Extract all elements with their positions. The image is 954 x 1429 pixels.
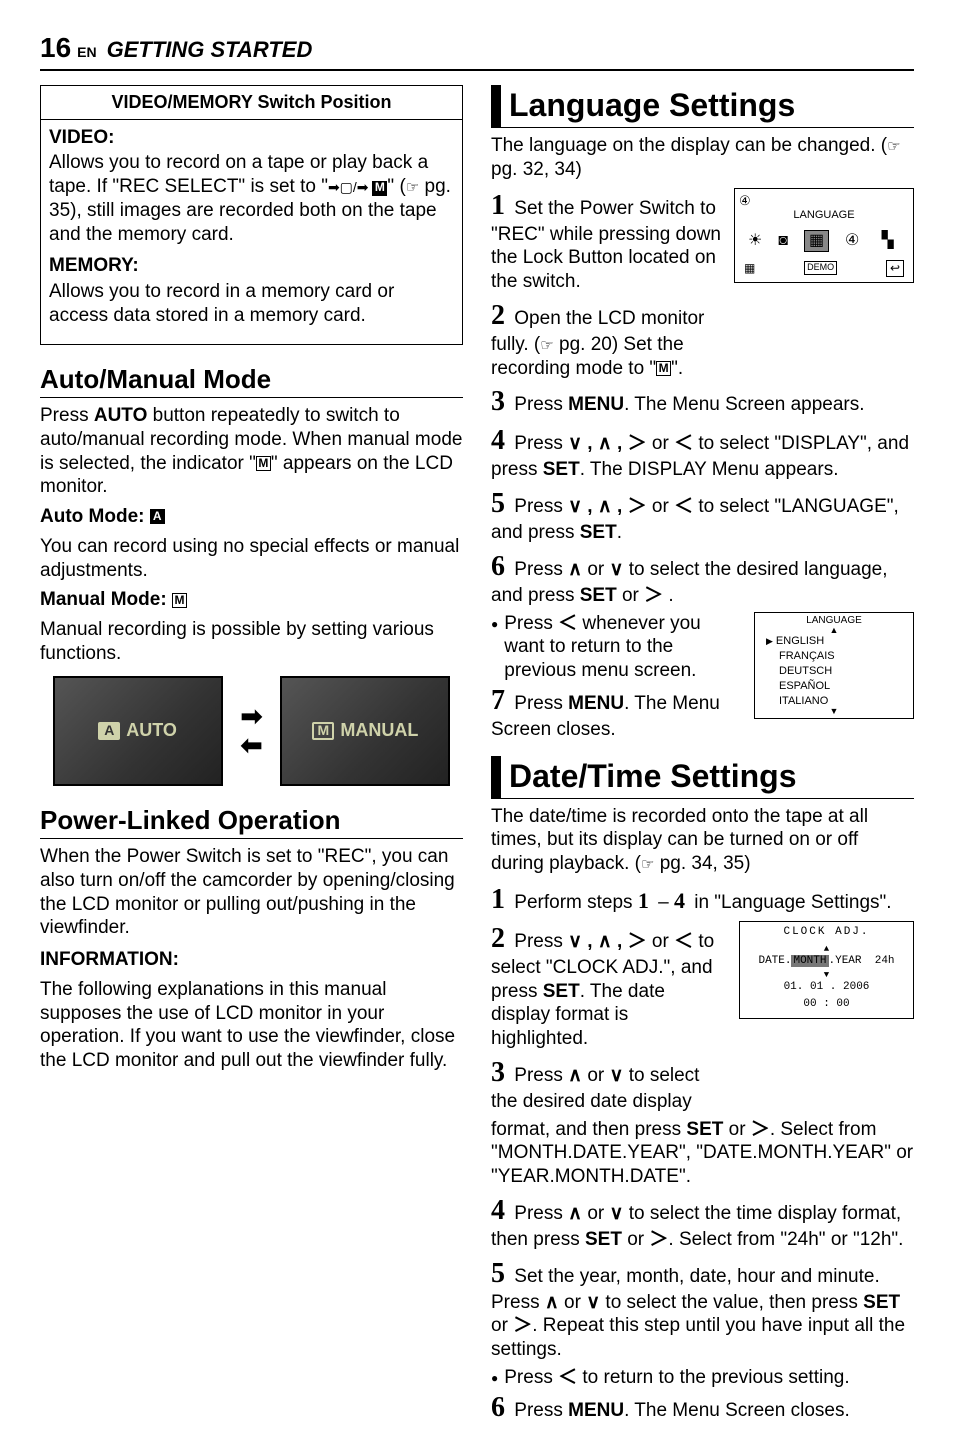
hand-icon: ☞ [540, 337, 553, 354]
display-menu-screen: ④ LANGUAGE ☀◙▦④▝▖ ▦ DEMO ↩ [734, 188, 914, 283]
step-3: 3 Press MENU. The Menu Screen appears. [491, 384, 914, 419]
step-7: 7 Press MENU. The Menu Screen closes. [491, 683, 744, 742]
lang-deutsch: DEUTSCH [755, 664, 913, 679]
information-heading: INFORMATION: [40, 948, 463, 972]
auto-mode-text: You can record using no special effects … [40, 535, 463, 583]
step-2: 2 Open the LCD monitor fully. (☞ pg. 20)… [491, 298, 724, 381]
video-text: Allows you to record on a tape or play b… [49, 151, 454, 246]
menu1-title: LANGUAGE [739, 209, 909, 223]
date-step-4: 4 Press ∧ or ∨ to select the time displa… [491, 1193, 914, 1252]
lcd-illustration: AAUTO ➡⬅ MMANUAL [40, 676, 463, 786]
date-step-5-note: Press ＜ to return to the previous settin… [491, 1366, 914, 1390]
auto-mode-heading: Auto Mode: A [40, 505, 463, 529]
demo-label: DEMO [804, 261, 837, 274]
date-step-5: 5 Set the year, month, date, hour and mi… [491, 1256, 914, 1362]
switch-position-box: VIDEO: Allows you to record on a tape or… [40, 119, 463, 345]
hand-icon: ☞ [887, 138, 900, 155]
menu1-icon-row: ☀◙▦④▝▖ [739, 227, 909, 255]
step-5: 5 Press ∨ , ∧ , ＞ or ＜ to select "LANGUA… [491, 486, 914, 545]
memory-text: Allows you to record in a memory card or… [49, 280, 454, 328]
clock-adj-screen: CLOCK ADJ. ▲ DATE.MONTH.YEAR 24h ▼ 01. 0… [739, 921, 914, 1020]
right-column: Language Settings The language on the di… [491, 85, 914, 1429]
hand-icon: ☞ [406, 179, 419, 196]
lcd-auto: AAUTO [53, 676, 223, 786]
step-6-note: Press ＜ whenever you want to return to t… [491, 612, 744, 683]
page-number: 16 [40, 30, 71, 65]
lang-francais: FRANÇAIS [755, 649, 913, 664]
lang-espanol: ESPAÑOL [755, 679, 913, 694]
down-arrow-icon: ▼ [740, 972, 913, 978]
hand-icon: ☞ [641, 856, 654, 873]
language-menu-screen: LANGUAGE ▲ ENGLISH FRANÇAIS DEUTSCH ESPA… [754, 612, 914, 719]
language-settings-heading: Language Settings [491, 85, 914, 128]
lang-english: ENGLISH [755, 634, 913, 649]
page-header: 16 EN GETTING STARTED [40, 30, 914, 71]
return-icon: ↩ [886, 260, 904, 277]
left-column: VIDEO/MEMORY Switch Position VIDEO: Allo… [40, 85, 463, 1429]
language-intro: The language on the display can be chang… [491, 134, 914, 182]
lcd-manual: MMANUAL [280, 676, 450, 786]
step-6: 6 Press ∧ or ∨ to select the desired lan… [491, 549, 914, 608]
date-step-3-start: 3 Press ∧ or ∨ to select the desired dat… [491, 1055, 729, 1114]
up-arrow-icon: ▲ [755, 627, 913, 634]
information-text: The following explanations in this manua… [40, 978, 463, 1073]
clock-icon: ④ [739, 193, 909, 209]
pixel-icon: ▦ [744, 261, 755, 276]
video-heading: VIDEO: [49, 126, 454, 150]
down-arrow-icon: ▼ [755, 708, 913, 715]
manual-mode-heading: Manual Mode: M [40, 588, 463, 612]
power-linked-heading: Power-Linked Operation [40, 804, 463, 840]
arrow-icons: ➡⬅ [241, 702, 263, 759]
auto-mode-icon: A [150, 509, 165, 524]
page-lang: EN [77, 44, 96, 62]
menu3-title: CLOCK ADJ. [740, 926, 913, 940]
step-1: 1 Set the Power Switch to "REC" while pr… [491, 188, 724, 294]
manual-mode-text: Manual recording is possible by setting … [40, 618, 463, 666]
date-step-3-cont: format, and then press SET or ＞. Select … [491, 1118, 914, 1189]
memory-heading: MEMORY: [49, 254, 454, 278]
manual-mode-icon: M [656, 361, 671, 376]
menu3-date-format: DATE.MONTH.YEAR 24h [740, 955, 913, 969]
date-step-1: 1 Perform steps 1 – 4 in "Language Setti… [491, 882, 914, 917]
date-time-heading: Date/Time Settings [491, 756, 914, 799]
date-step-6: 6 Press MENU. The Menu Screen closes. [491, 1390, 914, 1425]
manual-mode-icon: M [172, 593, 187, 608]
step-4: 4 Press ∨ , ∧ , ＞ or ＜ to select "DISPLA… [491, 423, 914, 482]
section-title: GETTING STARTED [107, 36, 313, 64]
date-time-intro: The date/time is recorded onto the tape … [491, 805, 914, 876]
power-linked-text: When the Power Switch is set to "REC", y… [40, 845, 463, 940]
menu3-time: 00 : 00 [740, 998, 913, 1012]
switch-position-heading: VIDEO/MEMORY Switch Position [40, 85, 463, 119]
auto-manual-text: Press AUTO button repeatedly to switch t… [40, 404, 463, 499]
up-arrow-icon: ▲ [740, 946, 913, 952]
menu3-date: 01. 01 . 2006 [740, 981, 913, 995]
auto-manual-heading: Auto/Manual Mode [40, 363, 463, 399]
rec-select-icons: ➡▢/➡ M [328, 179, 387, 195]
date-step-2: 2 Press ∨ , ∧ , ＞ or ＜ to select "CLOCK … [491, 921, 729, 1051]
manual-mode-icon: M [256, 456, 271, 471]
